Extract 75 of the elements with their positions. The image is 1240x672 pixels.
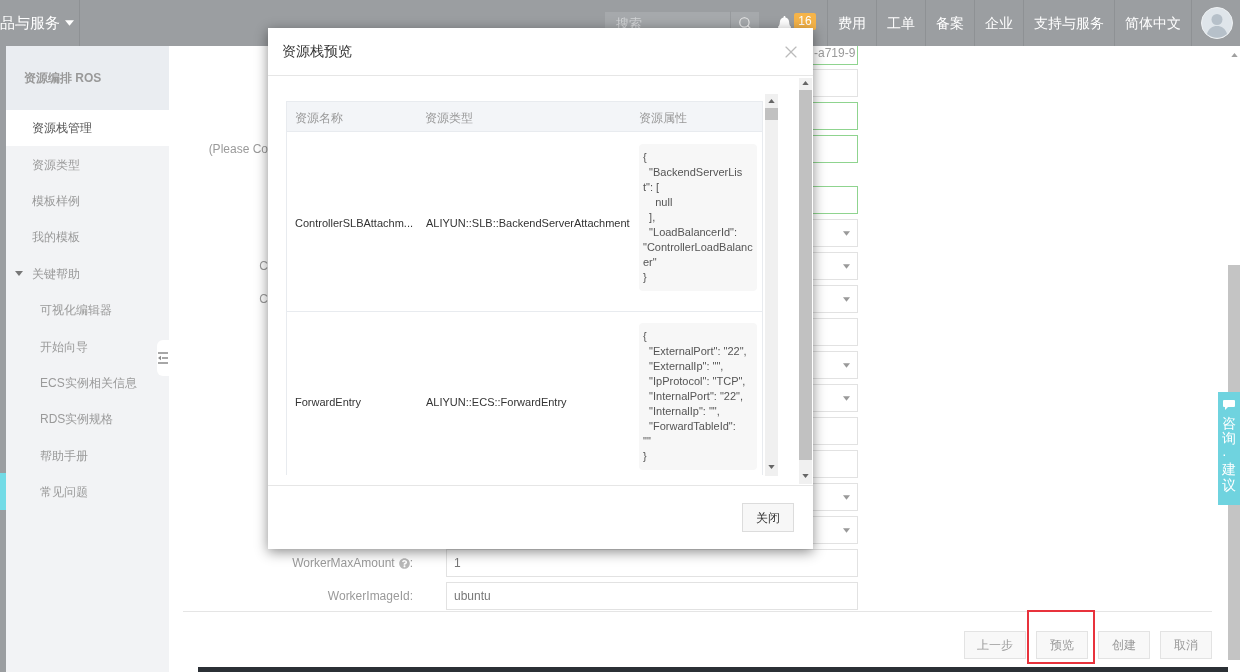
input-field[interactable] bbox=[813, 318, 858, 346]
feedback-label: 咨询·建议 bbox=[1222, 416, 1236, 493]
column-header: 资源类型 bbox=[425, 110, 473, 125]
footer-button[interactable]: 预览 bbox=[1036, 631, 1088, 659]
select-field[interactable] bbox=[813, 384, 858, 412]
dialog-title: 资源栈预览 bbox=[282, 42, 352, 61]
select-field[interactable] bbox=[813, 351, 858, 379]
scroll-down-icon bbox=[802, 474, 809, 478]
sidebar-item[interactable]: 常见问题 bbox=[6, 473, 156, 511]
scroll-up-icon bbox=[768, 99, 775, 103]
footer-button[interactable]: 创建 bbox=[1098, 631, 1150, 659]
label-colon: : bbox=[409, 588, 413, 605]
caret-icon bbox=[843, 494, 850, 500]
footer-button[interactable]: 上一步 bbox=[964, 631, 1026, 659]
sidebar-item[interactable]: 开始向导 bbox=[6, 328, 156, 365]
close-dialog-button[interactable]: 关闭 bbox=[742, 503, 794, 532]
select-field[interactable] bbox=[813, 516, 858, 544]
help-icon[interactable] bbox=[398, 557, 410, 569]
table-cell: ForwardEntry bbox=[295, 396, 362, 408]
sidebar-item[interactable]: ECS实例相关信息 bbox=[6, 364, 156, 402]
scroll-down-icon bbox=[768, 465, 775, 469]
scroll-up-icon bbox=[802, 81, 809, 85]
input-field[interactable] bbox=[813, 69, 858, 97]
label-colon: : bbox=[409, 555, 413, 572]
input-field[interactable]: -a719-9 bbox=[813, 46, 858, 65]
sidebar-item[interactable]: RDS实例规格 bbox=[6, 401, 156, 438]
properties-code: { "ExternalPort": "22", "ExternalIp": "", "IpProtocol": "TCP", "InternalPort": "22", "InternalIp": "", "ForwardTableId": "" } bbox=[639, 323, 757, 470]
caret-icon bbox=[843, 230, 850, 236]
input-field[interactable] bbox=[813, 186, 858, 214]
sidebar-title: 资源编排 ROS bbox=[24, 70, 102, 87]
caret-icon bbox=[843, 296, 850, 302]
bell-icon[interactable] bbox=[778, 15, 792, 31]
input-field[interactable]: 1 bbox=[446, 549, 858, 577]
field-label: WorkerMaxAmount bbox=[292, 555, 395, 572]
select-field[interactable] bbox=[813, 252, 858, 280]
sidebar-item[interactable]: 我的模板 bbox=[6, 219, 156, 256]
collapse-handle[interactable] bbox=[157, 340, 169, 376]
sidebar-item[interactable]: 模板样例 bbox=[6, 182, 156, 220]
chat-icon bbox=[1223, 400, 1235, 410]
scrollbar-thumb[interactable] bbox=[765, 108, 778, 120]
caret-icon bbox=[843, 395, 850, 401]
feedback-tab[interactable]: 咨询·建议 bbox=[1218, 392, 1240, 505]
scroll-up-icon bbox=[1230, 53, 1238, 57]
caret-icon bbox=[843, 527, 850, 533]
input-field[interactable] bbox=[813, 450, 858, 478]
field-label: (Please Co bbox=[208, 141, 268, 158]
sidebar-item[interactable]: 可视化编辑器 bbox=[6, 291, 156, 329]
input-field[interactable] bbox=[813, 135, 858, 163]
sidebar-item[interactable]: 资源栈管理 bbox=[6, 110, 169, 147]
select-field[interactable] bbox=[813, 219, 858, 247]
input-field[interactable] bbox=[813, 102, 858, 130]
table-cell: ControllerSLBAttachm... bbox=[295, 216, 413, 229]
select-field[interactable] bbox=[813, 483, 858, 511]
active-marker bbox=[0, 473, 6, 510]
column-header: 资源属性 bbox=[639, 110, 687, 125]
input-field[interactable]: ubuntu bbox=[446, 582, 858, 610]
search-icon[interactable] bbox=[738, 16, 752, 30]
field-label: C bbox=[259, 258, 268, 275]
caret-icon bbox=[843, 362, 850, 368]
sidebar-item[interactable]: 关键帮助 bbox=[6, 255, 156, 292]
column-header: 资源名称 bbox=[295, 110, 343, 125]
field-label: WorkerImageId bbox=[327, 588, 410, 605]
collapse-icon bbox=[158, 352, 168, 364]
footer-button[interactable]: 取消 bbox=[1160, 631, 1212, 659]
field-label: C bbox=[259, 291, 268, 308]
caret-icon bbox=[65, 20, 74, 26]
sidebar-item[interactable]: 帮助手册 bbox=[6, 437, 156, 474]
table-cell: ALIYUN::ECS::ForwardEntry bbox=[426, 396, 567, 408]
select-field[interactable] bbox=[813, 285, 858, 313]
properties-code: { "BackendServerLis t": [ null ], "LoadBalancerId": "ControllerLoadBalanc er" } bbox=[639, 144, 757, 291]
caret-icon bbox=[843, 263, 850, 269]
avatar-icon[interactable] bbox=[1201, 7, 1233, 39]
sidebar-item[interactable]: 资源类型 bbox=[6, 146, 156, 183]
input-field[interactable] bbox=[813, 417, 858, 445]
table-cell: ALIYUN::SLB::BackendServerAttachment bbox=[426, 216, 630, 229]
